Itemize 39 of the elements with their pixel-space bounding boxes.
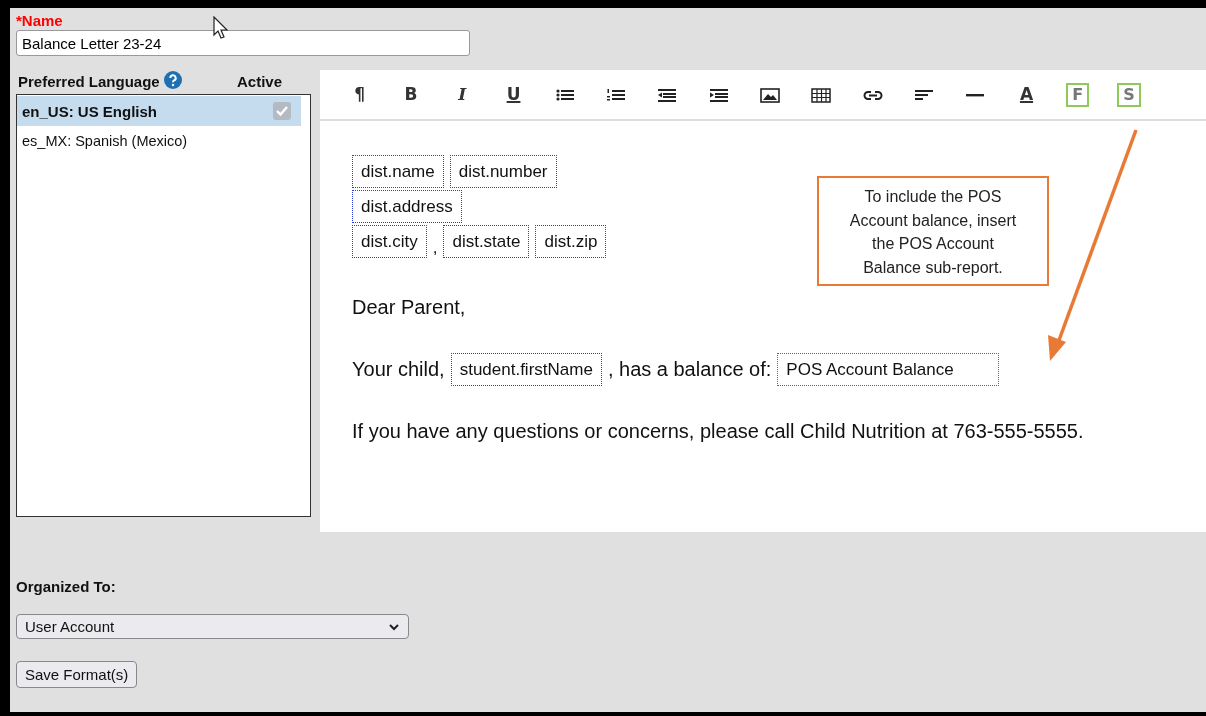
indent-icon[interactable] (708, 86, 729, 103)
toolbar-button[interactable]: I (456, 86, 469, 103)
letter-text: Dear Parent, (352, 296, 466, 319)
toolbar-button[interactable]: U (504, 86, 523, 103)
subreport-field[interactable]: POS Account Balance (777, 353, 999, 386)
toolbar-button[interactable]: ¶ (352, 86, 368, 103)
merge-field[interactable]: student.firstName (450, 353, 602, 386)
merge-field[interactable]: dist.address (352, 190, 462, 223)
toolbar-button[interactable]: S (1117, 82, 1141, 107)
cursor-icon (213, 16, 229, 40)
save-button[interactable]: Save Format(s) (16, 661, 138, 688)
help-icon[interactable] (163, 70, 182, 89)
merge-field[interactable]: dist.city (352, 225, 427, 258)
callout-note: To include the POS Account balance, insert the POS Account Balance sub-report. (817, 176, 1049, 286)
toolbar-button[interactable]: B (402, 86, 420, 103)
letter-text: , has a balance of: (607, 358, 772, 381)
toolbar-button[interactable]: F (1066, 82, 1090, 107)
checkbox[interactable] (273, 102, 291, 120)
chevron-down-icon (388, 622, 400, 631)
merge-field[interactable]: dist.number (449, 155, 557, 188)
merge-field[interactable]: dist.state (443, 225, 530, 258)
letter-text: , (432, 238, 438, 258)
toolbar-button[interactable]: A (1017, 86, 1036, 103)
language-item[interactable]: es_MX: Spanish (Mexico) (17, 126, 301, 156)
outdent-icon[interactable] (657, 86, 678, 103)
merge-field[interactable]: dist.zip (535, 225, 607, 258)
numbered-list-icon[interactable] (606, 86, 627, 103)
image-icon[interactable] (760, 86, 780, 103)
table-icon[interactable] (811, 86, 832, 103)
column-header: Active (236, 72, 282, 90)
merge-field[interactable]: dist.name (352, 155, 444, 188)
organized-to-select[interactable]: User Account (16, 614, 409, 639)
name-label: *Name (16, 12, 63, 29)
name-input[interactable]: Balance Letter 23-24 (16, 30, 470, 56)
letter-text: Your child, (352, 358, 445, 381)
language-item[interactable]: en_US: US English (17, 96, 301, 126)
column-header: Preferred Language (18, 72, 160, 90)
organized-to-label: Organized To: (16, 578, 116, 595)
letter-text: If you have any questions or concerns, please call Child Nutrition at 763-555-5555. (352, 420, 1084, 443)
